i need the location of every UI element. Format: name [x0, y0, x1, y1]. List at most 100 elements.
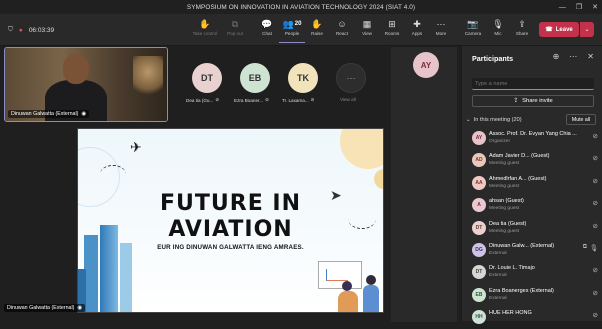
participant-row[interactable]: DT Dea tia (Guest) Meeting guest ⊘	[470, 218, 598, 240]
leave-button[interactable]: ☎ Leave	[539, 22, 579, 37]
record-icon: ●	[18, 26, 23, 34]
apps-button[interactable]: ✚ Apps	[404, 17, 430, 43]
person-body-1	[338, 291, 358, 312]
participant-name: Dr. Louie L. Timajo	[489, 265, 535, 272]
mic-button[interactable]: 🎙 Mic	[485, 17, 511, 43]
share-icon: ⇪	[518, 18, 526, 29]
mic-off-icon[interactable]: ⊘	[593, 311, 598, 319]
view-icon: ▦	[362, 18, 372, 29]
participant-avatar: DT	[472, 265, 486, 280]
participant-avatar-eb[interactable]: EB	[240, 63, 270, 93]
slide-title-line2: AVIATION	[168, 217, 293, 242]
raise-hand-button[interactable]: ✋ Raise	[304, 17, 330, 43]
mic-off-icon: ⊘	[310, 97, 315, 102]
in-meeting-header[interactable]: ⌄ In this meeting (20)	[466, 117, 522, 123]
camera-off-icon: 📷	[467, 18, 479, 29]
chevron-down-icon: ⌄	[466, 117, 471, 123]
view-button[interactable]: ▦ View	[354, 17, 380, 43]
panel-icons: ⊕ ⋯ ✕	[553, 52, 594, 61]
participant-row[interactable]: AD Adam Javier D... (Guest) Meeting guest ⊘	[470, 150, 598, 172]
participants-panel: Participants ⊕ ⋯ ✕ ⇪ Share invite ⌄ In t…	[461, 46, 602, 325]
maximize-icon[interactable]: ❐	[576, 3, 582, 11]
participant-name: Ahmedlrfan A... (Guest)	[489, 175, 547, 182]
mic-off-icon[interactable]: ⊘	[593, 199, 598, 207]
organizer-tile[interactable]	[391, 47, 457, 322]
minimize-icon[interactable]: —	[559, 4, 566, 11]
mic-off-icon: 🎙	[492, 18, 504, 29]
mic-off-icon[interactable]: ⊘	[593, 222, 598, 230]
chat-button[interactable]: 💬 Chat	[254, 17, 280, 43]
more-button[interactable]: ⋯ More	[428, 17, 454, 43]
rooms-icon: ⊞	[388, 18, 396, 29]
participant-row[interactable]: DG Dinuwan Galw... (External) External ⧉ 🎙	[470, 240, 598, 262]
participant-avatar: EB	[472, 287, 486, 302]
mic-off-icon[interactable]: ⊘	[593, 154, 598, 162]
view-all-label: View all	[340, 97, 356, 102]
window-controls: — ❐ ✕	[559, 0, 598, 14]
participant-role: Organizer	[489, 139, 511, 144]
participant-role: Meeting guest	[489, 161, 520, 167]
participant-search-input[interactable]	[475, 80, 594, 87]
mic-on-icon[interactable]: 🎙	[590, 244, 598, 252]
close-icon[interactable]: ✕	[592, 3, 598, 11]
participant-name: ahsan (Guest)	[489, 198, 524, 205]
add-people-icon[interactable]: ⊕	[553, 52, 560, 61]
view-all-button[interactable]: ⋯	[336, 63, 366, 93]
raise-hand-icon: ✋	[311, 18, 323, 29]
person-head-1	[342, 281, 352, 291]
window-titlebar: SYMPOSIUM ON INNOVATION IN AVIATION TECH…	[0, 0, 602, 14]
react-button[interactable]: ☺ React	[329, 17, 355, 43]
participant-avatar: DT	[472, 220, 486, 235]
pop-out-button[interactable]: ⧉ Pop out	[222, 17, 248, 43]
participant-avatar-tk[interactable]: TK	[288, 63, 318, 93]
speaker-video-tile[interactable]: Dinuwan Galwatta (External) ◉	[4, 47, 168, 122]
people-icon: 👥 20	[282, 18, 302, 29]
participant-avatar-dt[interactable]: DT	[192, 63, 222, 93]
share-button[interactable]: ⇪ Share	[509, 17, 535, 43]
mic-icon: ◉	[77, 305, 83, 311]
pop-out-icon: ⧉	[231, 18, 239, 29]
participant-name: Dinuwan Galw... (External)	[489, 243, 555, 249]
participant-role: Meeting guest	[489, 228, 520, 234]
shared-screen[interactable]: ✈ ➤ FUTURE IN AVIATION EUR ING DINUWAN G…	[77, 128, 384, 313]
phone-icon: ☎	[545, 27, 553, 33]
participant-name: Adam Javier D... (Guest)	[489, 153, 550, 160]
flight-path-left	[100, 165, 126, 183]
participant-avatar: AD	[472, 153, 486, 168]
participant-name-eb: Ezra Boaner... ⊘	[234, 97, 269, 103]
mic-off-icon[interactable]: ⊘	[593, 177, 598, 185]
participant-row[interactable]: AA Ahmedlrfan A... (Guest) Meeting guest ⊘	[470, 173, 598, 195]
take-control-button[interactable]: ✋ Take control	[192, 17, 218, 43]
participant-row[interactable]: AY Assoc. Prof. Dr. Evyan Yang Chia ... Or…	[470, 128, 598, 150]
participant-row[interactable]: DT Dr. Louie L. Timajo External ⊘	[470, 262, 598, 284]
panel-more-icon[interactable]: ⋯	[569, 52, 577, 61]
participant-name: Assoc. Prof. Dr. Evyan Yang Chia ...	[489, 131, 577, 137]
leave-options-button[interactable]: ⌄	[580, 22, 594, 37]
hand-control-icon: ✋	[199, 18, 211, 29]
presentation-chart	[326, 269, 348, 281]
apps-icon: ✚	[413, 18, 421, 29]
participant-role: External	[489, 295, 507, 301]
rooms-button[interactable]: ⊞ Rooms	[379, 17, 405, 43]
mic-off-icon[interactable]: ⊘	[593, 266, 598, 274]
panel-close-icon[interactable]: ✕	[587, 52, 594, 61]
person-head-2	[366, 275, 376, 285]
screen-share-icon: ⧉	[582, 244, 587, 250]
mute-all-button[interactable]: Mute all	[566, 114, 596, 125]
participant-row[interactable]: Aahsan (Guest) Meeting guest ⊘	[470, 195, 598, 217]
share-invite-button[interactable]: ⇪ Share invite	[472, 95, 594, 107]
camera-button[interactable]: 📷 Camera	[460, 17, 486, 43]
mic-off-icon[interactable]: ⊘	[593, 132, 598, 140]
participant-row[interactable]: EB Ezra Boanerges (External) External ⊘	[470, 285, 598, 307]
participant-avatar: DG	[472, 243, 486, 257]
person-body-2	[363, 285, 379, 312]
participant-name: HUE HER HONG	[489, 310, 532, 317]
mic-off-icon[interactable]: ⊘	[593, 289, 598, 297]
participant-row[interactable]: HH HUE HER HONG ⊘	[470, 307, 598, 329]
speaker-name-tag: Dinuwan Galwatta (External) ◉	[8, 110, 90, 118]
participant-avatar: AA	[472, 175, 486, 190]
people-button[interactable]: 👥 20 People	[279, 17, 305, 43]
participant-avatar: HH	[472, 310, 486, 325]
building-3	[120, 243, 132, 312]
participant-search[interactable]	[472, 78, 594, 90]
